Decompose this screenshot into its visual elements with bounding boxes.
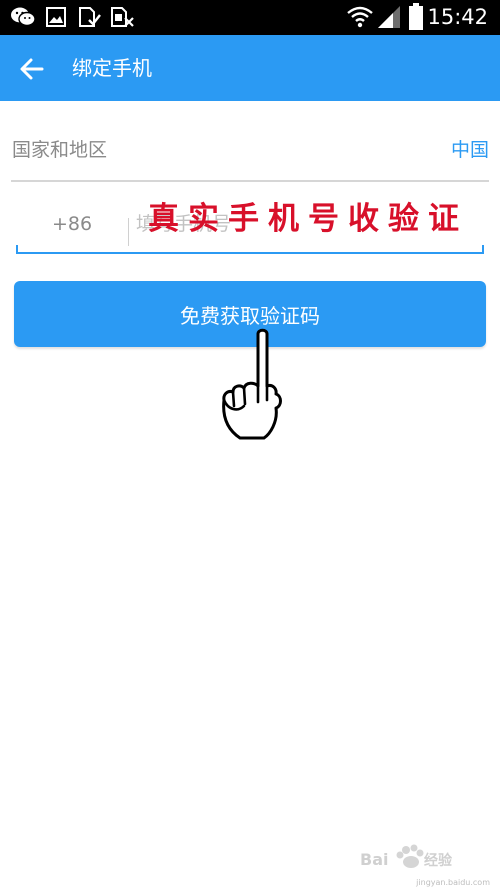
input-focus-right-tick [482,245,484,254]
signal-icon [378,6,400,28]
wechat-icon [11,7,36,27]
region-label: 国家和地区 [12,139,108,161]
annotation-text: 真实手机号收验证 [148,201,468,237]
svg-text:经验: 经验 [424,852,453,869]
gallery-icon [46,7,66,27]
back-button[interactable] [14,51,50,87]
pointing-hand-icon [222,328,282,440]
region-selector[interactable]: 国家和地区 中国 [11,118,489,180]
status-time: 15:42 [427,5,488,29]
back-arrow-icon [20,58,44,80]
watermark-url: jingyan.baidu.com [416,878,490,887]
input-focus-left-tick [16,245,18,254]
blocked-sim-icon [111,7,134,27]
sim-card-icon [79,7,101,27]
app-bar: 绑定手机 [0,35,500,101]
svg-text:Bai: Bai [360,850,388,869]
page-title: 绑定手机 [72,56,152,80]
country-code: +86 [52,213,93,235]
region-value[interactable]: 中国 [451,138,489,162]
baidu-watermark-logo: Bai 经验 [360,844,453,869]
wifi-icon [347,6,373,28]
input-focus-underline [16,252,484,254]
status-bar: 15:42 [0,0,500,35]
battery-icon [409,3,423,30]
country-code-divider [128,218,129,246]
